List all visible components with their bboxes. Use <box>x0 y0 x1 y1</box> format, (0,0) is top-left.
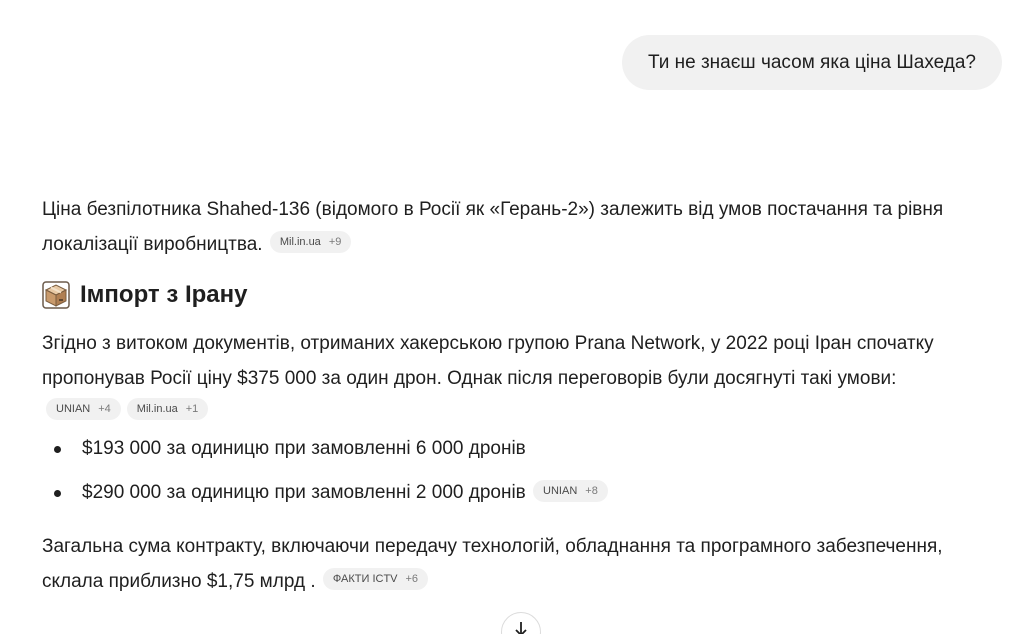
intro-text: Ціна безпілотника Shahed-136 (відомого в… <box>42 199 944 255</box>
source-chip-count: +1 <box>185 403 199 415</box>
assistant-answer: Ціна безпілотника Shahed-136 (відомого в… <box>42 193 1002 599</box>
bullet-dot <box>54 490 61 497</box>
total-text: Загальна сума контракту, включаючи перед… <box>42 536 943 592</box>
source-chip[interactable]: Mil.in.ua +9 <box>269 231 352 254</box>
source-chip-label: ФАКТИ ICTV <box>332 573 398 586</box>
source-chip-label: UNIAN <box>56 403 91 415</box>
bullet-dot <box>54 446 61 453</box>
arrow-down-icon <box>515 622 527 634</box>
chat-page: Ти не знаєш часом яка ціна Шахеда? Ціна … <box>0 0 1027 634</box>
source-chip-count: +8 <box>585 484 598 497</box>
leak-text: Згідно з витоком документів, отриманих х… <box>42 333 934 389</box>
intro-paragraph: Ціна безпілотника Shahed-136 (відомого в… <box>42 193 1002 262</box>
package-box-icon <box>42 281 70 309</box>
total-paragraph: Загальна сума контракту, включаючи перед… <box>42 530 1002 599</box>
source-chip-label: Mil.in.ua <box>279 236 321 249</box>
source-chip-count: +9 <box>328 236 342 249</box>
source-chip-count: +6 <box>405 573 419 586</box>
source-chip[interactable]: Mil.in.ua +1 <box>126 398 209 420</box>
section-title: Імпорт з Ірану <box>80 281 248 308</box>
source-chip-count: +4 <box>98 403 111 415</box>
leak-paragraph: Згідно з витоком документів, отриманих х… <box>42 327 1002 396</box>
list-item: $290 000 за одиницю при замовленні 2 000… <box>42 476 1002 510</box>
scroll-to-bottom-button[interactable] <box>501 612 541 634</box>
source-chip[interactable]: UNIAN +8 <box>533 479 608 502</box>
source-chip-label: Mil.in.ua <box>136 403 178 415</box>
section-heading: Імпорт з Ірану <box>42 275 1002 315</box>
source-chip[interactable]: UNIAN +4 <box>46 398 121 420</box>
source-chip-label: UNIAN <box>543 484 578 497</box>
list-item-text: $193 000 за одиницю при замовленні 6 000… <box>82 438 526 459</box>
list-item-text: $290 000 за одиницю при замовленні 2 000… <box>82 482 526 503</box>
price-list: $193 000 за одиницю при замовленні 6 000… <box>42 432 1002 510</box>
user-message-text: Ти не знаєш часом яка ціна Шахеда? <box>647 51 976 73</box>
list-item: $193 000 за одиницю при замовленні 6 000… <box>42 432 1002 466</box>
user-message-bubble: Ти не знаєш часом яка ціна Шахеда? <box>621 35 1002 90</box>
source-chip[interactable]: ФАКТИ ICTV +6 <box>322 568 429 591</box>
leak-source-chips: UNIAN +4 Mil.in.ua +1 <box>46 398 1002 420</box>
